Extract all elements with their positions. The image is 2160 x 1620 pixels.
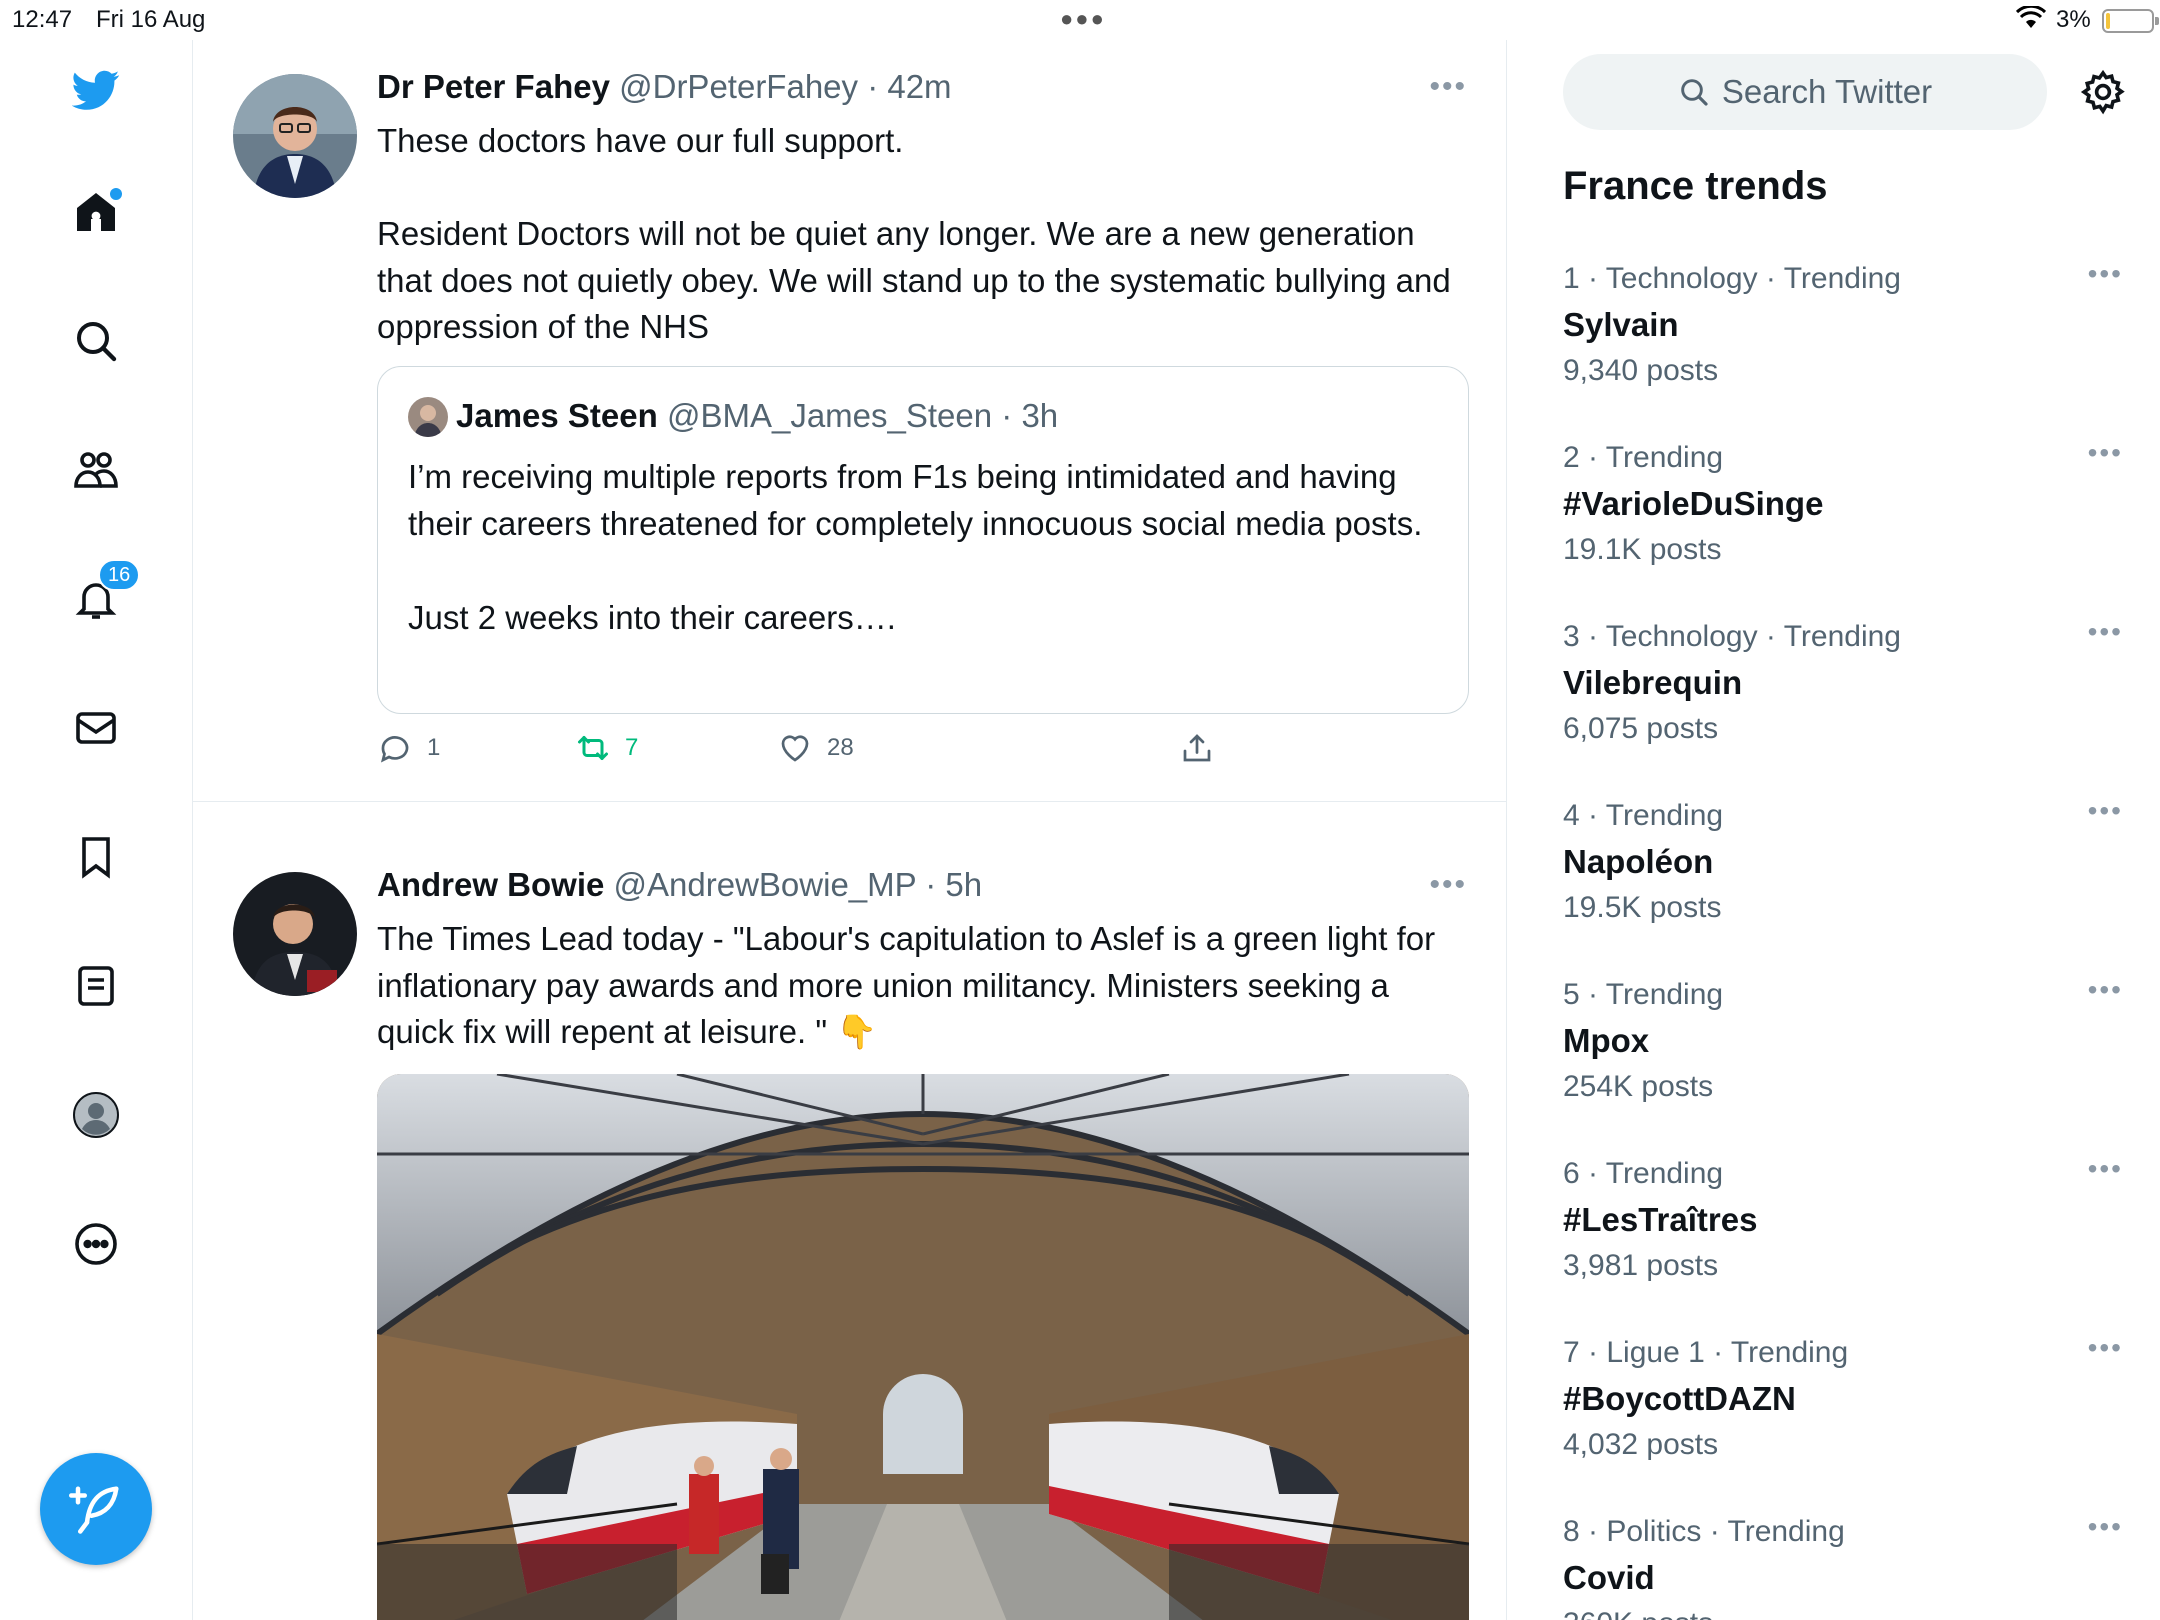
trend-more-icon[interactable]: ••• xyxy=(2088,258,2123,290)
trend-item[interactable]: 1 · Technology · Trending Sylvain 9,340 … xyxy=(1563,258,2123,422)
compose-tweet-button[interactable] xyxy=(40,1453,152,1565)
search-icon[interactable] xyxy=(68,313,124,369)
tweet-more-icon[interactable]: ••• xyxy=(1429,868,1467,902)
communities-icon[interactable] xyxy=(68,442,124,498)
quote-avatar xyxy=(408,397,448,437)
trend-post-count: 19.1K posts xyxy=(1563,533,1722,566)
tweet-text: The Times Lead today - "Labour's capitul… xyxy=(377,920,1436,1050)
share-button[interactable] xyxy=(1179,730,1215,766)
notifications-bell-icon[interactable]: 16 xyxy=(68,559,141,627)
author-name[interactable]: Dr Peter Fahey xyxy=(377,68,610,105)
trend-meta: 2 · Trending xyxy=(1563,441,1724,474)
trend-meta: 7 · Ligue 1 · Trending xyxy=(1563,1336,1849,1369)
profile-avatar-icon[interactable] xyxy=(68,1087,124,1143)
trend-more-icon[interactable]: ••• xyxy=(2088,1332,2123,1364)
lists-icon[interactable] xyxy=(68,958,124,1014)
timeline: Dr Peter Fahey @DrPeterFahey · 42m ••• T… xyxy=(193,40,1507,1620)
tweet[interactable]: Dr Peter Fahey @DrPeterFahey · 42m ••• T… xyxy=(193,40,1506,802)
trend-meta: 8 · Politics · Trending xyxy=(1563,1515,1845,1548)
quote-author-handle-time: @BMA_James_Steen · 3h xyxy=(666,397,1059,434)
tweet-header: Andrew Bowie @AndrewBowie_MP · 5h xyxy=(377,866,982,904)
trend-post-count: 4,032 posts xyxy=(1563,1428,1719,1461)
trend-name: Covid xyxy=(1563,1559,1655,1596)
trend-name: #VarioleDuSinge xyxy=(1563,485,1824,522)
trend-more-icon[interactable]: ••• xyxy=(2088,1153,2123,1185)
quote-text: I’m receiving multiple reports from F1s … xyxy=(408,458,1423,636)
search-placeholder: Search Twitter xyxy=(1721,73,1933,110)
status-bar: 12:47 Fri 16 Aug ●●● 3% xyxy=(0,0,2160,40)
tweet-actions: 1 7 28 xyxy=(377,730,1467,774)
like-button[interactable]: 28 xyxy=(777,730,854,766)
trend-item[interactable]: 6 · Trending #LesTraîtres 3,981 posts ••… xyxy=(1563,1153,2123,1317)
status-time: 12:47 xyxy=(12,6,73,33)
trend-meta: 5 · Trending xyxy=(1563,978,1724,1011)
battery-percent: 3% xyxy=(2056,6,2091,33)
avatar[interactable] xyxy=(233,74,357,198)
trend-item[interactable]: 8 · Politics · Trending Covid 360K posts… xyxy=(1563,1515,2123,1620)
trend-more-icon[interactable]: ••• xyxy=(2088,437,2123,469)
tweet-text: These doctors have our full support. Res… xyxy=(377,122,1451,345)
retweet-button[interactable]: 7 xyxy=(575,730,638,766)
trend-post-count: 6,075 posts xyxy=(1563,712,1719,745)
trend-post-count: 254K posts xyxy=(1563,1070,1714,1103)
notifications-count-badge: 16 xyxy=(98,559,141,591)
quote-author-name: James Steen xyxy=(456,397,658,434)
trend-item[interactable]: 5 · Trending Mpox 254K posts ••• xyxy=(1563,974,2123,1138)
battery-icon xyxy=(2102,9,2159,33)
trends-heading: France trends xyxy=(1563,164,1828,208)
tweet-header: Dr Peter Fahey @DrPeterFahey · 42m xyxy=(377,68,952,106)
reply-button[interactable]: 1 xyxy=(377,730,440,766)
bookmarks-icon[interactable] xyxy=(68,829,124,885)
tweet-more-icon[interactable]: ••• xyxy=(1429,70,1467,104)
trend-name: #BoycottDAZN xyxy=(1563,1380,1796,1417)
trend-post-count: 360K posts xyxy=(1563,1607,1713,1620)
trend-post-count: 3,981 posts xyxy=(1563,1249,1719,1282)
home-new-indicator xyxy=(110,188,122,200)
left-sidebar: 16 xyxy=(0,40,193,1620)
multitasking-dots[interactable]: ●●● xyxy=(1060,6,1106,32)
trend-more-icon[interactable]: ••• xyxy=(2088,616,2123,648)
more-options-icon[interactable] xyxy=(68,1216,124,1272)
trend-item[interactable]: 3 · Technology · Trending Vilebrequin 6,… xyxy=(1563,616,2123,780)
author-handle-time[interactable]: @AndrewBowie_MP · 5h xyxy=(614,866,983,903)
status-date: Fri 16 Aug xyxy=(96,6,206,33)
trend-post-count: 9,340 posts xyxy=(1563,354,1719,387)
trend-item[interactable]: 4 · Trending Napoléon 19.5K posts ••• xyxy=(1563,795,2123,959)
trend-name: Mpox xyxy=(1563,1022,1650,1059)
wifi-icon xyxy=(2015,4,2047,37)
reply-count: 1 xyxy=(427,734,441,761)
trend-item[interactable]: 2 · Trending #VarioleDuSinge 19.1K posts… xyxy=(1563,437,2123,601)
quote-header: James Steen @BMA_James_Steen · 3h xyxy=(456,397,1058,435)
twitter-logo-icon[interactable] xyxy=(68,62,124,118)
quoted-tweet[interactable]: James Steen @BMA_James_Steen · 3h I’m re… xyxy=(377,366,1469,714)
trend-name: #LesTraîtres xyxy=(1563,1201,1758,1238)
trend-name: Napoléon xyxy=(1563,843,1714,880)
avatar[interactable] xyxy=(233,872,357,996)
tweet[interactable]: Andrew Bowie @AndrewBowie_MP · 5h ••• Th… xyxy=(193,802,1506,1620)
home-icon[interactable] xyxy=(68,184,124,240)
trend-meta: 4 · Trending xyxy=(1563,799,1724,832)
right-column: Search Twitter France trends 1 · Technol… xyxy=(1507,40,2160,1620)
author-name[interactable]: Andrew Bowie xyxy=(377,866,604,903)
messages-icon[interactable] xyxy=(68,700,124,756)
trend-item[interactable]: 7 · Ligue 1 · Trending #BoycottDAZN 4,03… xyxy=(1563,1332,2123,1496)
trend-post-count: 19.5K posts xyxy=(1563,891,1722,924)
search-input[interactable]: Search Twitter xyxy=(1563,54,2047,130)
trend-more-icon[interactable]: ••• xyxy=(2088,974,2123,1006)
retweet-count: 7 xyxy=(625,734,639,761)
like-count: 28 xyxy=(827,734,854,761)
trend-name: Vilebrequin xyxy=(1563,664,1743,701)
trend-more-icon[interactable]: ••• xyxy=(2088,1515,2123,1543)
settings-gear-icon[interactable] xyxy=(2079,68,2127,116)
trend-name: Sylvain xyxy=(1563,306,1679,343)
search-icon xyxy=(1681,79,1708,106)
tweet-image-train-station[interactable] xyxy=(377,1074,1469,1620)
trend-meta: 6 · Trending xyxy=(1563,1157,1724,1190)
author-handle-time[interactable]: @DrPeterFahey · 42m xyxy=(619,68,951,105)
trend-more-icon[interactable]: ••• xyxy=(2088,795,2123,827)
trend-meta: 1 · Technology · Trending xyxy=(1563,262,1901,295)
trend-meta: 3 · Technology · Trending xyxy=(1563,620,1901,653)
